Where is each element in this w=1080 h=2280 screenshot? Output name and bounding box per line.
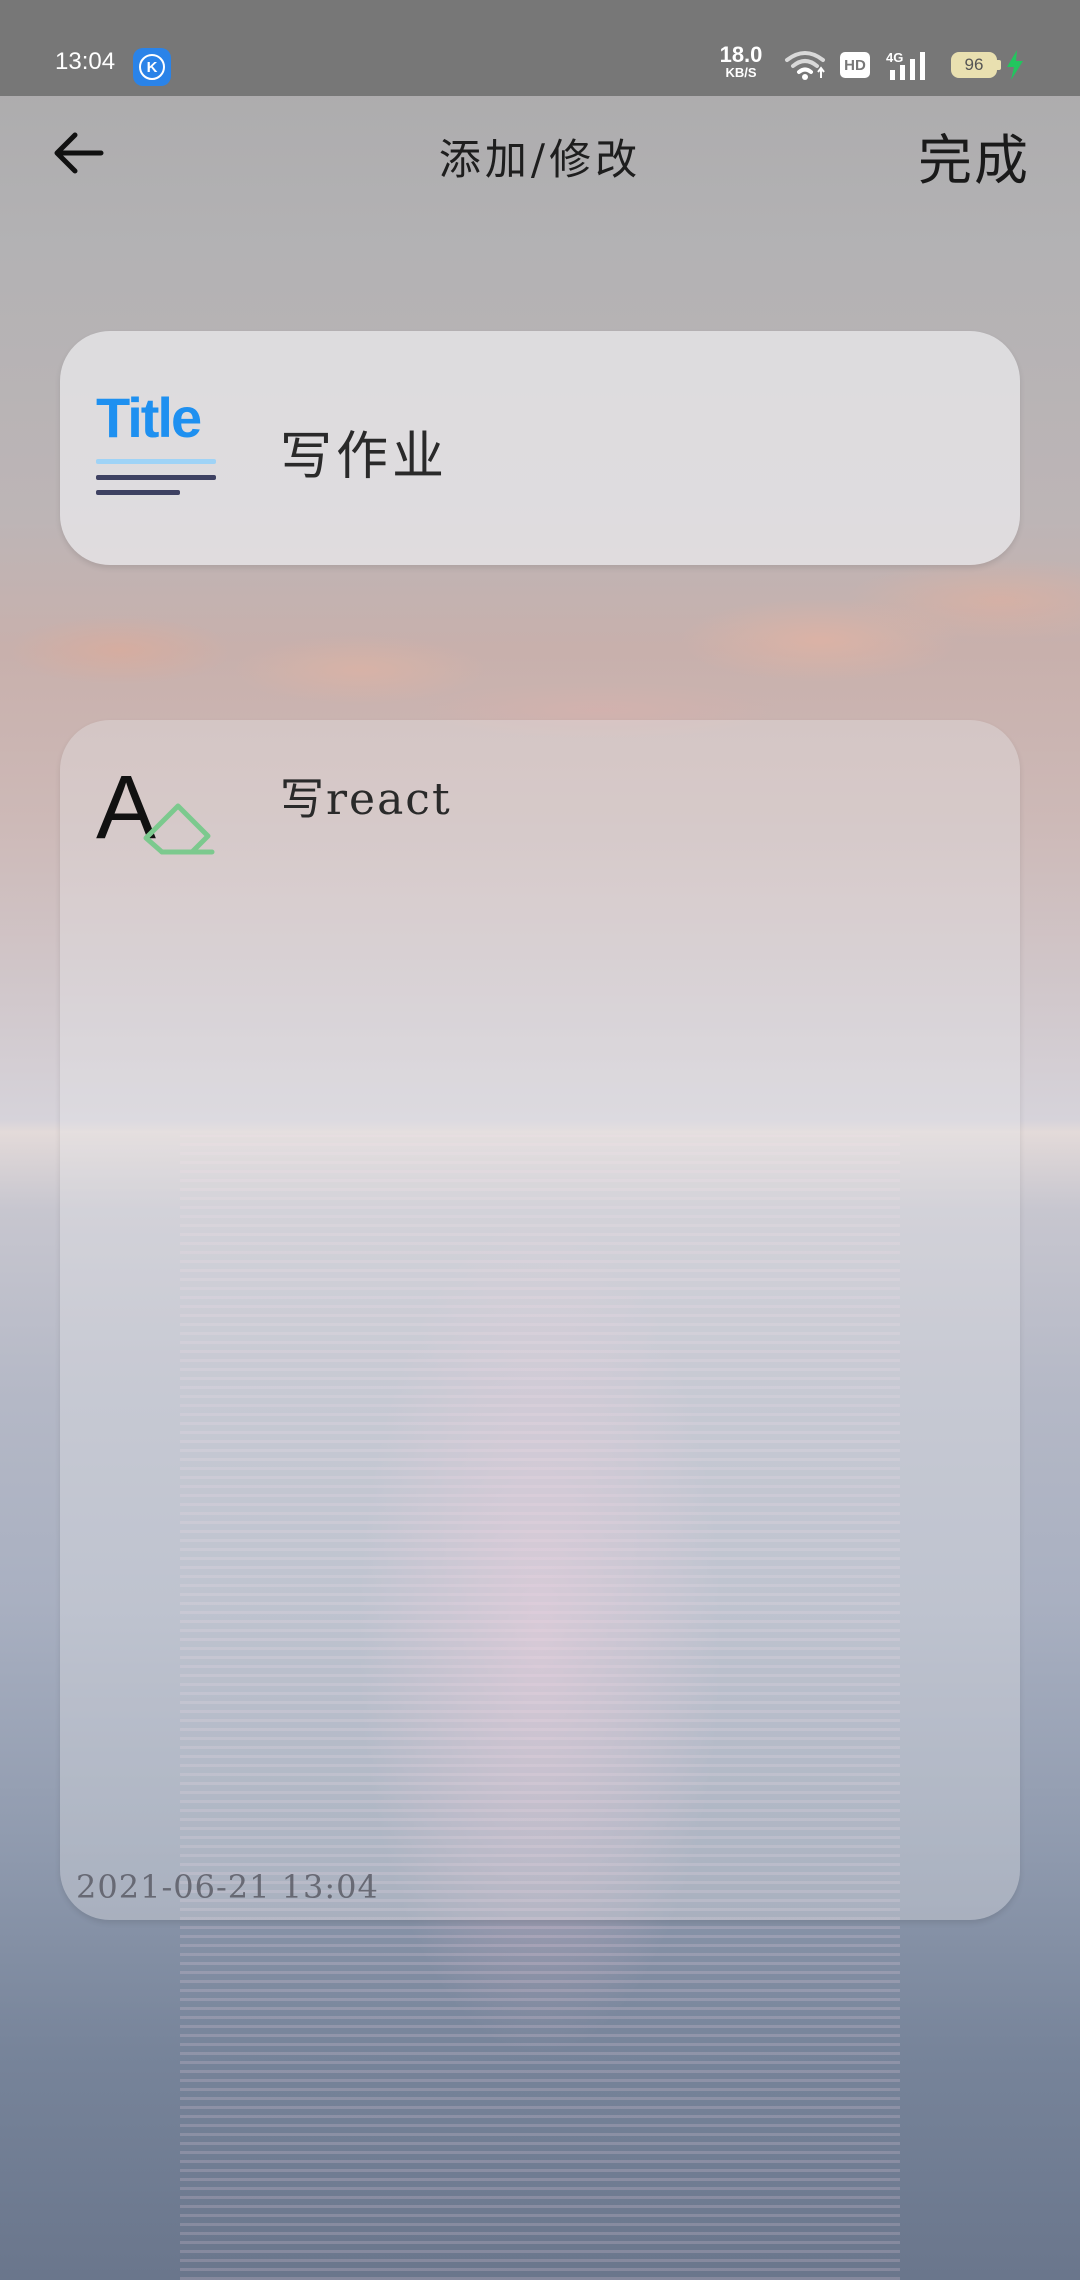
network-speed: 18.0 KB/S xyxy=(712,44,770,80)
network-speed-value: 18.0 xyxy=(719,42,763,67)
title-icon-line xyxy=(96,459,216,464)
title-input[interactable] xyxy=(280,411,980,491)
content-textarea[interactable]: 写react xyxy=(280,770,980,1790)
signal-icon: 4G xyxy=(884,48,940,86)
network-type-label: 4G xyxy=(886,50,903,65)
charging-bolt-icon xyxy=(1004,48,1026,86)
screen: 13:04 K 18.0 KB/S HD 4G 96 添加/修改 完成 Titl… xyxy=(0,0,1080,2280)
content-card: A 写react 2021-06-21 13:04 xyxy=(60,720,1020,1920)
status-time: 13:04 xyxy=(55,48,116,75)
network-speed-unit: KB/S xyxy=(725,65,757,80)
app-badge-letter: K xyxy=(139,54,165,80)
status-bar: 13:04 K 18.0 KB/S HD 4G 96 xyxy=(0,0,1080,96)
battery-indicator: 96 xyxy=(951,52,997,78)
battery-tip xyxy=(997,60,1001,70)
title-icon: Title xyxy=(96,387,222,507)
notification-app-icon: K xyxy=(133,48,171,86)
title-card: Title xyxy=(60,331,1020,565)
wifi-icon xyxy=(784,48,826,86)
eraser-icon xyxy=(143,803,215,855)
text-eraser-icon: A xyxy=(96,758,226,874)
title-icon-word: Title xyxy=(96,386,202,449)
title-icon-line xyxy=(96,490,180,495)
done-button[interactable]: 完成 xyxy=(918,116,1030,195)
hd-badge: HD xyxy=(840,52,870,78)
timestamp: 2021-06-21 13:04 xyxy=(76,1868,379,1906)
title-icon-line xyxy=(96,475,216,480)
